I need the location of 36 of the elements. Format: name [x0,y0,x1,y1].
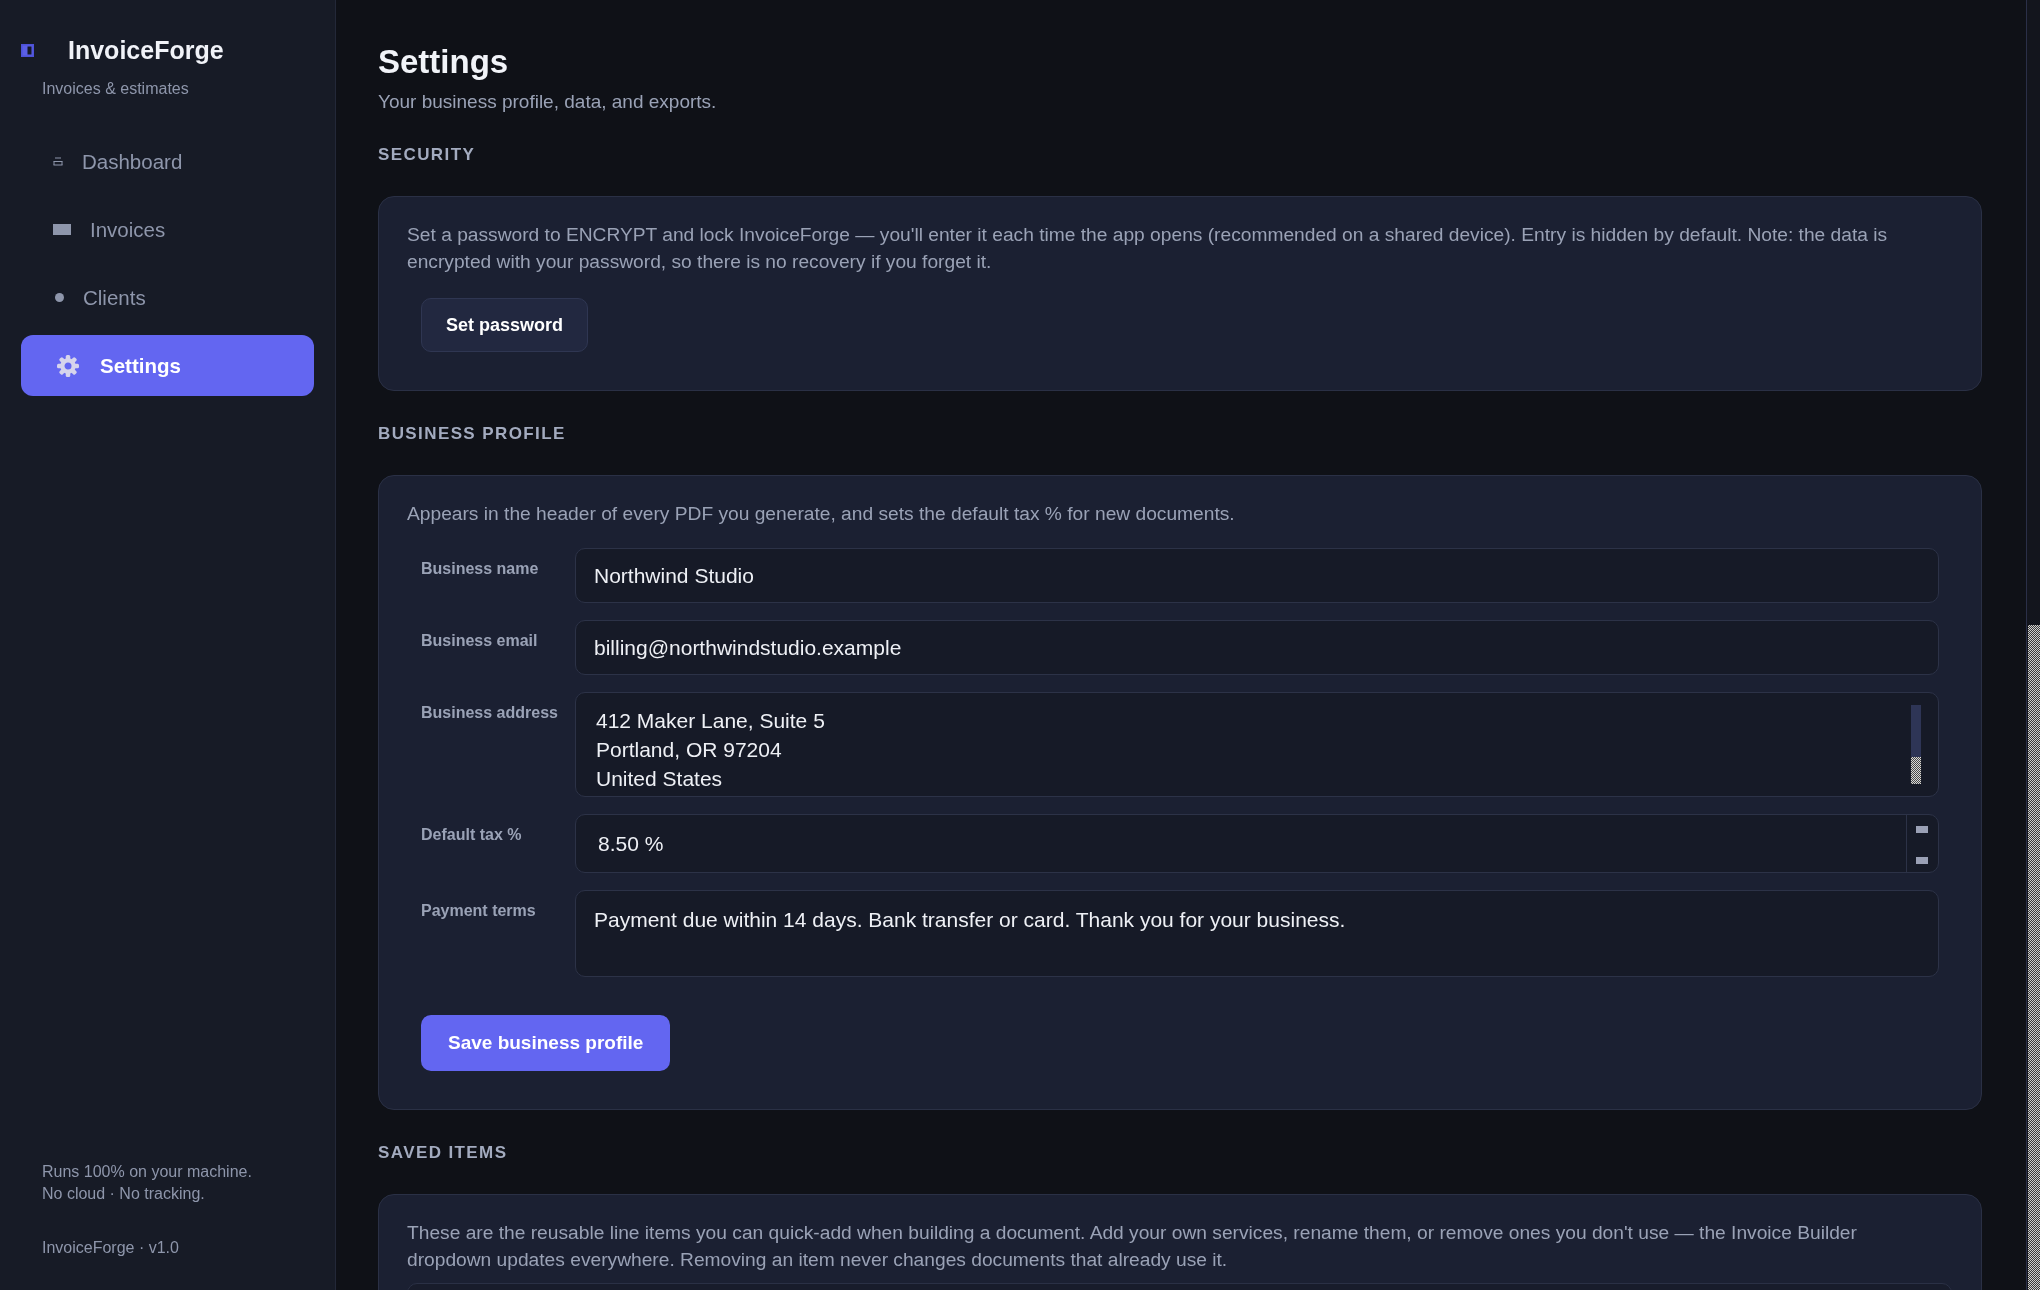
field-label: Business name [421,559,540,579]
text-area[interactable]: 412 Maker Lane, Suite 5 Portland, OR 97204 United States [575,692,1939,797]
section-heading: SAVED ITEMS [378,1142,509,1164]
field-label: Business address [421,703,559,723]
app-title: InvoiceForge [68,35,224,65]
page-subtitle: Your business profile, data, and exports. [378,90,718,114]
logo-icon [21,43,34,57]
nav-item[interactable]: Invoices [21,199,314,260]
field-label: Default tax % [421,825,523,845]
settings-icon [57,354,79,377]
section-description: Appears in the header of every PDF you generate, and sets the default tax % for new documents. [407,502,1236,526]
section-heading: BUSINESS PROFILE [378,423,567,445]
text-field[interactable]: billing@northwindstudio.example [575,620,1939,675]
nav-item[interactable]: Clients [21,267,314,328]
section-description: Set a password to ENCRYPT and lock InvoiceForge — you'll enter it each time the app opens (recommended on a shared device). Entry is hidden by default. Note: the data is encrypted with your password, so there is no recovery if you forget it. [407,223,1889,274]
secondary-button[interactable]: Set password [421,298,589,352]
text-area[interactable]: Payment due within 14 days. Bank transfer or card. Thank you for your business. [575,890,1939,977]
app-subtitle: Invoices & estimates [42,79,190,99]
primary-button[interactable]: Save business profile [421,1015,671,1071]
dot-icon [55,293,64,302]
field-label: Payment terms [421,901,537,921]
section-heading: SECURITY [378,144,477,166]
page-title: Settings [378,42,510,82]
number-field[interactable]: 8.50 % [575,814,1939,873]
scrollbar[interactable] [1911,705,1921,784]
nav-item[interactable]: Settings [21,335,314,396]
scrollbar[interactable] [2026,0,2040,1290]
field-label: Business email [421,631,539,651]
footer-note: Runs 100% on your machine. [42,1162,253,1182]
version-label: InvoiceForge · v1.0 [42,1238,180,1258]
nav-item[interactable]: Dashboard [21,131,314,192]
rectangle-icon [53,224,71,235]
text-field[interactable]: Northwind Studio [575,548,1939,603]
footer-note: No cloud · No tracking. [42,1184,206,1204]
section-description: These are the reusable line items you can quick-add when building a document. Add your own services, rename them, or remove ones you don't use — the Invoice Builder dropdown updates everywhere. Removing an item never changes documents that already use it. [407,1221,1858,1272]
lines-icon [53,157,63,166]
